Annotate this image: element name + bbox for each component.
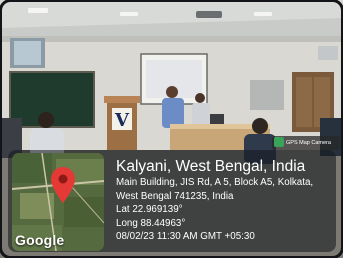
podium-logo-letter: V [114,110,130,131]
badge-label: GPS Map Camera [286,140,331,146]
location-details: Kalyani, West Bengal, India Main Buildin… [116,157,338,244]
gps-map-camera-badge: GPS Map Camera [272,136,340,150]
ceiling-light [254,12,272,16]
address-line-2: West Bengal 741235, India [116,190,234,202]
seated-person [192,103,210,127]
address-line-1: Main Building, JIS Rd, A 5, Block A5, Ko… [116,177,314,188]
google-logo: Google [15,232,65,248]
longitude: Long 88.44963° [116,217,186,229]
geotagged-photo: V GPS Map Camera Google Kalyani, West Be… [0,0,343,258]
latitude: Lat 22.969139° [116,204,183,215]
speaker-person [162,98,184,128]
timestamp: 08/02/23 11:30 AM GMT +05:30 [116,231,255,242]
location-title: Kalyani, West Bengal, India [116,158,306,175]
projector [196,11,222,18]
ceiling-light [120,12,138,16]
ceiling-light [28,8,48,13]
location-pin-icon [51,167,75,203]
gps-map-camera-app-icon [274,137,284,147]
